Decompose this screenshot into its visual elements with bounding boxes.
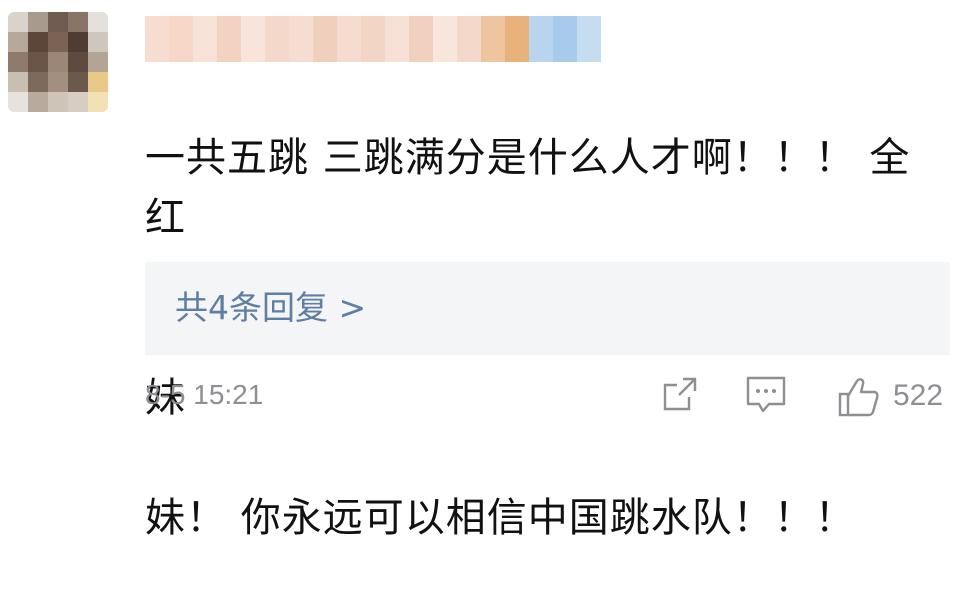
replies-panel[interactable]: 共4条回复 > bbox=[145, 262, 950, 355]
comment-line-3: 妹！ 你永远可以相信中国跳水队！！！ bbox=[145, 495, 856, 541]
comment-footer: 8-5 15:21 522 bbox=[145, 375, 950, 421]
comment-line-1: 一共五跳 三跳满分是什么人才啊！！！ 全红 bbox=[145, 135, 911, 241]
timestamp: 8-5 15:21 bbox=[145, 379, 264, 410]
like-icon[interactable] bbox=[837, 375, 881, 419]
comment-icon[interactable] bbox=[745, 375, 787, 415]
avatar[interactable] bbox=[8, 12, 108, 112]
view-replies-link[interactable]: 共4条回复 > bbox=[175, 284, 366, 332]
like-count: 522 bbox=[893, 379, 944, 412]
share-icon[interactable] bbox=[661, 375, 699, 413]
username-pixelated[interactable] bbox=[145, 16, 601, 62]
